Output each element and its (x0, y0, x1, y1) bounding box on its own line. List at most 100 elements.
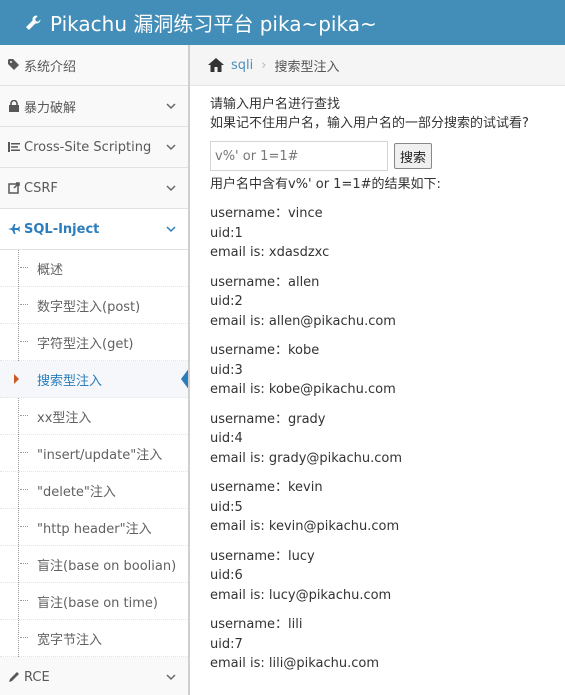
username: username：kobe (210, 343, 320, 358)
lock-icon (8, 100, 20, 112)
email: email is: kobe@pikachu.com (210, 382, 396, 397)
submenu-item-string-get[interactable]: 字符型注入(get) (0, 324, 188, 361)
list-item: username：lucy uid:6 email is: lucy@pikac… (210, 547, 560, 606)
search-button[interactable]: 搜索 (394, 143, 433, 169)
tree-dash (20, 267, 28, 268)
username: username：vince (210, 206, 323, 221)
breadcrumb: sqli › 搜索型注入 (190, 45, 565, 86)
list-item: username：vince uid:1 email is: xdasdzxc (210, 204, 560, 263)
submenu-item-delete[interactable]: "delete"注入 (0, 472, 188, 509)
sidebar-item-intro[interactable]: 系统介绍 (0, 45, 188, 86)
username: username：lucy (210, 548, 315, 564)
submenu-item-label: "delete"注入 (37, 484, 116, 500)
submenu-item-search[interactable]: 搜索型注入 (0, 361, 188, 398)
tag-icon (8, 59, 20, 71)
tree-dash (20, 526, 28, 527)
result-title: 用户名中含有v%' or 1=1#的结果如下: (210, 177, 441, 192)
pencil-icon (8, 671, 20, 683)
sidebar-item-label: RCE (24, 669, 50, 685)
submenu-item-label: xx型注入 (37, 410, 92, 426)
tree-dash (20, 489, 28, 490)
username: username：allen (210, 274, 320, 290)
tree-dash (20, 304, 28, 305)
submenu-item-label: 数字型注入(post) (37, 299, 141, 315)
submenu-item-blind-boolean[interactable]: 盲注(base on boolian) (0, 546, 188, 583)
sidebar-item-label: 系统介绍 (24, 59, 77, 75)
submenu-item-xx[interactable]: xx型注入 (0, 398, 188, 435)
breadcrumb-current: 搜索型注入 (274, 59, 340, 75)
chevron-down-icon (166, 100, 176, 110)
sidebar-item-label: SQL-Inject (24, 221, 100, 237)
submenu-item-http-header[interactable]: "http header"注入 (0, 509, 188, 546)
top-navbar: Pikachu 漏洞练习平台 pika~pika~ (0, 0, 565, 45)
tree-dash (20, 415, 28, 416)
wrench-icon (24, 14, 42, 32)
chevron-down-icon (166, 141, 176, 151)
email: email is: grady@pikachu.com (210, 450, 403, 466)
chevron-right-icon: › (261, 57, 267, 73)
submenu-item-label: "http header"注入 (37, 521, 152, 537)
tree-dash (20, 637, 28, 638)
list-item: username：allen uid:2 email is: allen@pik… (210, 273, 560, 332)
share-icon (8, 182, 20, 194)
submenu-item-label: 盲注(base on boolian) (37, 558, 177, 574)
uid: uid:5 (210, 499, 243, 515)
list-item: username：grady uid:4 email is: grady@pik… (210, 410, 560, 469)
brand[interactable]: Pikachu 漏洞练习平台 pika~pika~ (0, 8, 377, 37)
caret-right-icon (14, 374, 19, 384)
sidebar-item-label: CSRF (24, 180, 58, 196)
submenu-item-label: "insert/update"注入 (37, 447, 163, 463)
sidebar-item-label: 暴力破解 (24, 100, 77, 116)
email: email is: xdasdzxc (210, 245, 330, 260)
search-hint-secondary: 如果记不住用户名，输入用户名的一部分搜索的试试看? (210, 116, 529, 131)
result-list: username：vince uid:1 email is: xdasdzxc … (210, 204, 560, 674)
uid: uid:6 (210, 568, 243, 583)
sidebar-item-csrf[interactable]: CSRF (0, 168, 188, 209)
list-item: username：kobe uid:3 email is: kobe@pikac… (210, 341, 560, 400)
sidebar-item-rce[interactable]: RCE (0, 657, 188, 695)
list-icon (8, 141, 20, 153)
plane-icon (8, 223, 20, 235)
submenu-item-blind-time[interactable]: 盲注(base on time) (0, 583, 188, 620)
search-form: 搜索 (210, 141, 560, 171)
home-icon[interactable] (207, 57, 225, 73)
sidebar-item-bruteforce[interactable]: 暴力破解 (0, 86, 188, 127)
uid: uid:2 (210, 294, 243, 309)
tree-dash (20, 452, 28, 453)
chevron-down-icon (166, 671, 176, 681)
uid: uid:7 (210, 636, 243, 652)
breadcrumb-link-sqli[interactable]: sqli (231, 58, 253, 73)
active-pointer (181, 367, 188, 391)
uid: uid:1 (210, 225, 243, 241)
sidebar: 系统介绍 暴力破解 Cross-Site Scripting CSRF SQL-… (0, 45, 190, 695)
email: email is: lucy@pikachu.com (210, 587, 392, 603)
chevron-down-icon (166, 182, 176, 192)
submenu-item-label: 字符型注入(get) (37, 336, 134, 352)
submenu-item-label: 宽字节注入 (37, 632, 103, 648)
email: email is: lili@pikachu.com (210, 656, 379, 671)
sidebar-item-sqli[interactable]: SQL-Inject (0, 209, 188, 250)
app-title: Pikachu 漏洞练习平台 pika~pika~ (50, 12, 377, 36)
sidebar-item-label: Cross-Site Scripting (24, 139, 152, 155)
sqli-submenu: 概述 数字型注入(post) 字符型注入(get) 搜索型注入 xx型注入 "i… (0, 250, 188, 657)
submenu-item-label: 搜索型注入 (37, 373, 103, 389)
username: username：kevin (210, 480, 323, 495)
username: username：grady (210, 411, 326, 427)
search-hint: 请输入用户名进行查找 (210, 97, 341, 112)
list-item: username：kevin uid:5 email is: kevin@pik… (210, 478, 560, 537)
username: username：lili (210, 617, 303, 632)
uid: uid:3 (210, 362, 243, 378)
submenu-item-insert-update[interactable]: "insert/update"注入 (0, 435, 188, 472)
list-item: username：lili uid:7 email is: lili@pikac… (210, 615, 560, 674)
uid: uid:4 (210, 431, 243, 446)
chevron-down-icon (166, 223, 176, 233)
main-content: 请输入用户名进行查找 如果记不住用户名，输入用户名的一部分搜索的试试看? 搜索 … (210, 95, 560, 684)
submenu-item-label: 概述 (37, 262, 64, 278)
email: email is: kevin@pikachu.com (210, 519, 400, 534)
search-input[interactable] (210, 141, 388, 171)
submenu-item-wide-byte[interactable]: 宽字节注入 (0, 620, 188, 657)
submenu-item-overview[interactable]: 概述 (0, 250, 188, 287)
submenu-item-numeric-post[interactable]: 数字型注入(post) (0, 287, 188, 324)
email: email is: allen@pikachu.com (210, 313, 396, 329)
sidebar-item-xss[interactable]: Cross-Site Scripting (0, 127, 188, 168)
